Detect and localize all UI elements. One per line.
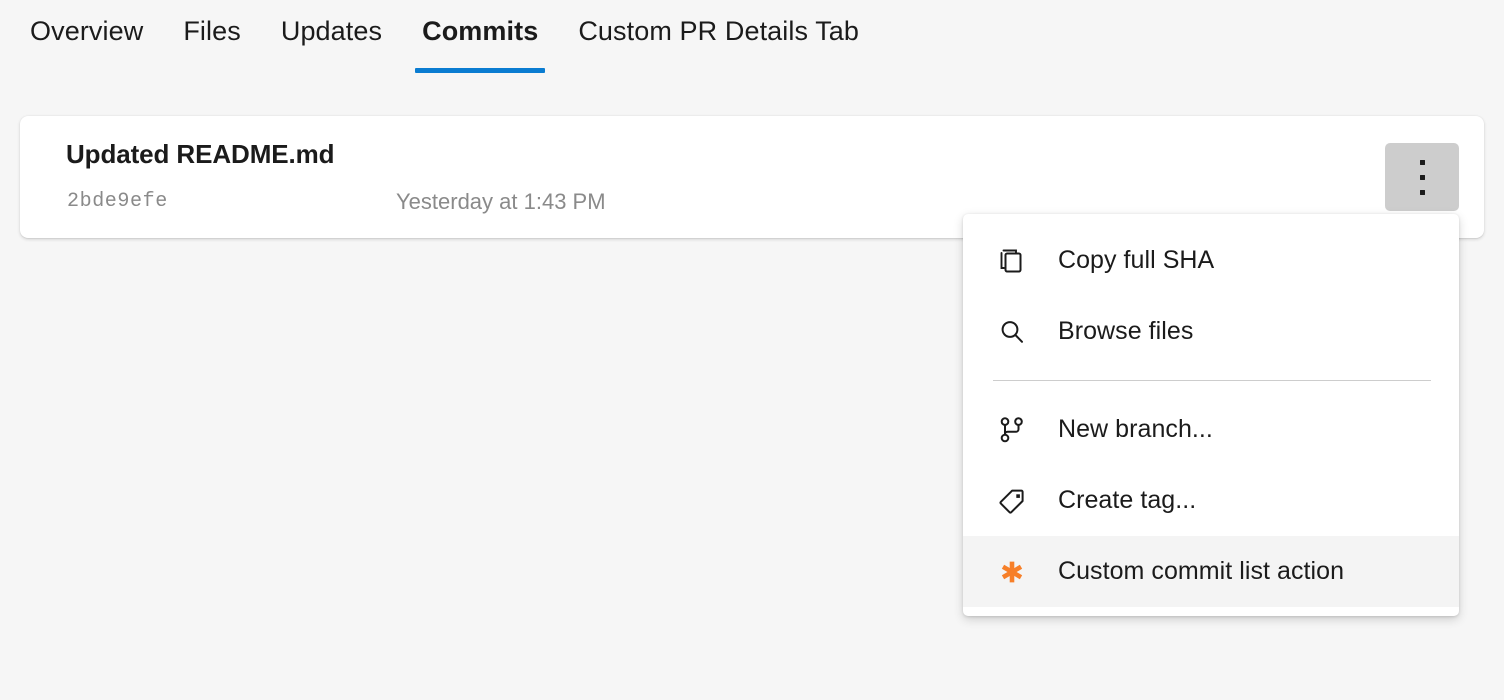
tab-custom-pr-details-label: Custom PR Details Tab (578, 16, 859, 47)
commit-sha: 2bde9efe (67, 190, 168, 213)
tab-custom-pr-details[interactable]: Custom PR Details Tab (569, 0, 868, 62)
tab-updates-label: Updates (281, 16, 382, 47)
menu-item-create-tag[interactable]: Create tag... (963, 465, 1459, 536)
menu-item-label: Create tag... (1058, 486, 1196, 515)
tag-icon (995, 484, 1029, 518)
commit-context-menu: Copy full SHA Browse files New branch... (963, 214, 1459, 616)
commit-more-actions-button[interactable] (1385, 143, 1459, 211)
copy-icon (995, 244, 1029, 278)
active-tab-indicator (415, 68, 545, 73)
tab-files-label: Files (183, 16, 241, 47)
commit-title: Updated README.md (66, 139, 334, 170)
menu-item-label: Copy full SHA (1058, 246, 1214, 275)
menu-item-copy-full-sha[interactable]: Copy full SHA (963, 225, 1459, 296)
tab-updates[interactable]: Updates (272, 0, 391, 62)
menu-item-label: Custom commit list action (1058, 557, 1344, 586)
kebab-menu-icon (1420, 160, 1425, 165)
tab-overview[interactable]: Overview (21, 0, 152, 62)
pr-tab-bar: Overview Files Updates Commits Custom PR… (0, 0, 1504, 92)
tab-commits-label: Commits (422, 16, 538, 47)
tab-commits[interactable]: Commits (413, 0, 547, 62)
commit-date: Yesterday at 1:43 PM (396, 189, 606, 215)
menu-item-custom-commit-list-action[interactable]: Custom commit list action (963, 536, 1459, 607)
tab-files[interactable]: Files (174, 0, 250, 62)
menu-item-browse-files[interactable]: Browse files (963, 296, 1459, 367)
kebab-menu-icon (1420, 190, 1425, 195)
menu-item-new-branch[interactable]: New branch... (963, 394, 1459, 465)
menu-divider (993, 380, 1431, 381)
asterisk-icon (995, 555, 1029, 589)
menu-item-label: Browse files (1058, 317, 1193, 346)
kebab-menu-icon (1420, 175, 1425, 180)
tab-overview-label: Overview (30, 16, 143, 47)
menu-item-label: New branch... (1058, 415, 1213, 444)
branch-icon (995, 413, 1029, 447)
search-icon (995, 315, 1029, 349)
